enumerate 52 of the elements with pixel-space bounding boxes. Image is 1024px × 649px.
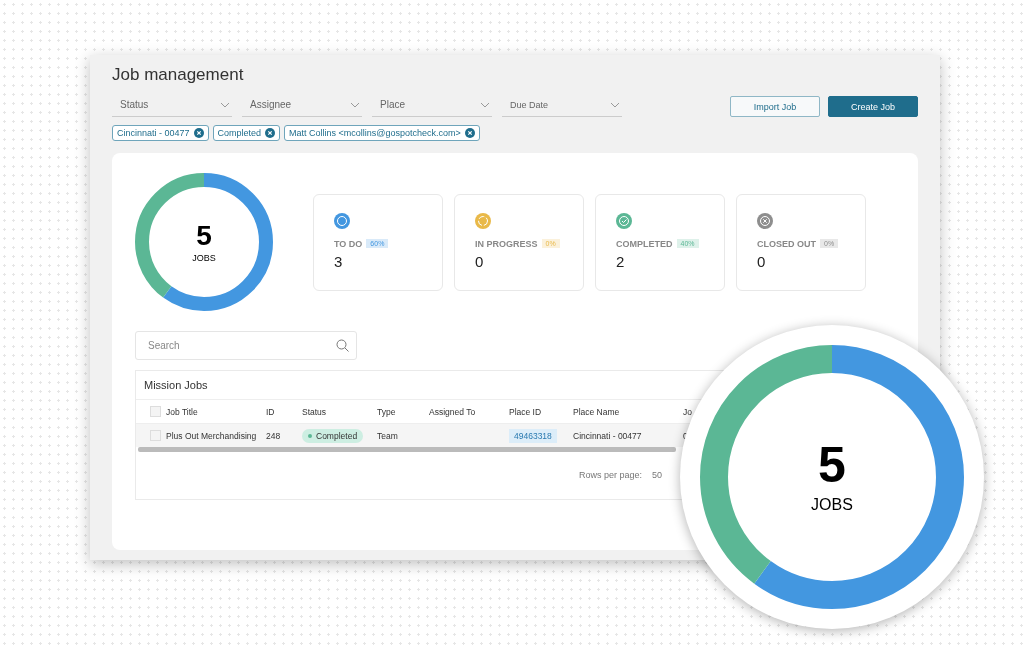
status-label: TO DO [334,238,363,249]
column-header: Jo [683,406,693,417]
remove-icon[interactable] [265,128,276,138]
place-id-tag[interactable]: 49463318 [509,428,557,443]
jobs-label: JOBS [192,252,216,263]
checkbox[interactable] [150,406,161,417]
chevron-down-icon [610,102,620,108]
column-header: Place ID [509,406,543,417]
status-count: 3 [334,252,344,270]
page-title: Job management [112,65,245,85]
table-cell-text: Cincinnati - 00477 [573,430,643,441]
status-count: 0 [475,252,485,270]
column-header: Type [377,406,397,417]
status-label: COMPLETED [616,238,673,249]
rows-per-page-value[interactable]: 50 [652,470,662,480]
create-button[interactable]: Create Job [828,96,918,117]
filter-dropdown[interactable]: Status [112,95,232,117]
filter-chip[interactable]: Matt Collins <mcollins@gospotcheck.com> [284,125,480,141]
chevron-down-icon [480,101,490,108]
column-header: Place Name [573,406,621,417]
remove-icon[interactable] [464,128,475,138]
status-dot-icon [308,434,312,439]
chevron-down-icon [350,101,360,108]
table-cell-text: Team [377,430,399,441]
job-count: 5 [818,440,846,490]
table-cell-text: Plus Out Merchandising [166,430,258,441]
filter-chip[interactable]: Cincinnati - 00477 [112,125,209,141]
column-header: Status [302,406,328,417]
table-title: Mission Jobs [143,378,209,393]
jobs-label: JOBS [811,496,853,514]
filter-dropdown[interactable]: Place [372,95,492,117]
checkbox[interactable] [150,430,161,441]
remove-icon[interactable] [193,128,204,138]
status-count: 0 [757,252,767,270]
table-cell-text: 248 [266,430,282,441]
status-label: IN PROGRESS [475,238,538,249]
column-header: Job Title [166,406,199,417]
scrollbar[interactable] [138,447,676,452]
search-icon [336,339,349,352]
search-field[interactable]: Search [135,331,357,360]
status-label: CLOSED OUT [757,238,816,249]
filter-chip[interactable]: Completed [212,125,281,141]
import-button[interactable]: Import Job [730,96,820,117]
chevron-down-icon [220,101,230,108]
column-header: Assigned To [429,406,477,417]
rows-per-page-label: Rows per page: [578,470,642,480]
filter-dropdown[interactable]: Due Date [502,96,622,117]
filter-dropdown[interactable]: Assignee [242,95,362,117]
column-header: ID [266,406,276,417]
status-count: 2 [616,252,626,270]
status-pill: Completed [302,428,364,443]
job-count: 5 [196,221,212,250]
